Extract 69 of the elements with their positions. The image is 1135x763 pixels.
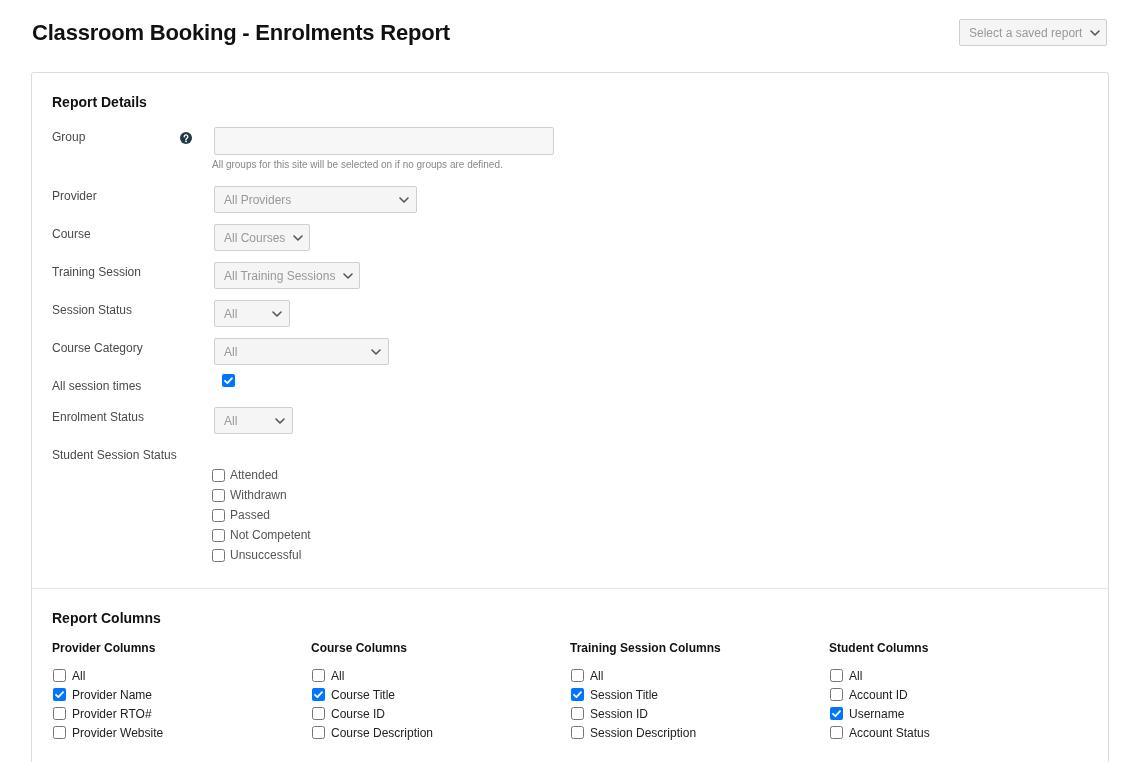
checkbox-label[interactable]: Provider Name [72, 687, 153, 702]
checkbox-label[interactable]: All [849, 668, 863, 683]
checkbox[interactable] [571, 707, 584, 720]
checkbox-label[interactable]: Unsuccessful [230, 548, 302, 562]
checkbox-label[interactable]: Session Description [590, 725, 697, 740]
checkbox[interactable] [312, 688, 325, 701]
checkbox[interactable] [53, 707, 66, 720]
column-heading: Course Columns [311, 640, 408, 657]
checkbox-label[interactable]: Course ID [331, 706, 386, 721]
chevron-down-icon [343, 272, 354, 279]
chevron-down-icon [275, 417, 285, 424]
checkbox-label[interactable]: All [590, 668, 604, 683]
checkbox-label[interactable]: All [331, 668, 345, 683]
section-heading: Report Columns [52, 609, 162, 627]
field-label: Training Session [52, 264, 141, 281]
chevron-down-icon [272, 310, 282, 317]
checkbox[interactable] [312, 669, 325, 682]
chevron-down-icon [371, 348, 381, 355]
field-label: Course [52, 226, 91, 243]
field-label: All session times [52, 378, 142, 395]
field-label: Enrolment Status [52, 409, 145, 426]
checkbox[interactable] [830, 669, 843, 682]
checkbox[interactable] [212, 508, 225, 522]
checkbox[interactable] [312, 726, 325, 739]
help-text: All groups for this site will be selected on if no groups are defined. [212, 158, 503, 172]
field-label: Group [52, 129, 86, 146]
input-field[interactable] [214, 127, 554, 155]
checkbox-label[interactable]: Not Competent [230, 528, 311, 542]
field-label: Session Status [52, 302, 133, 319]
checkbox[interactable] [53, 669, 66, 682]
checkbox[interactable] [53, 726, 66, 739]
checkbox-label[interactable]: Session ID [590, 706, 649, 721]
checkbox[interactable] [212, 548, 225, 562]
column-heading: Provider Columns [52, 640, 157, 657]
checkbox[interactable] [212, 528, 225, 542]
checkbox-label[interactable]: Provider RTO# [72, 706, 152, 721]
page-title: Classroom Booking - Enrolments Report [32, 19, 450, 46]
checkbox[interactable] [222, 374, 235, 387]
checkbox[interactable] [571, 669, 584, 682]
checkbox[interactable] [830, 707, 843, 720]
checkbox-label[interactable]: Session Title [590, 687, 659, 702]
checkbox[interactable] [53, 688, 66, 701]
chevron-down-icon [399, 196, 409, 203]
chevron-down-icon [293, 234, 304, 241]
checkbox-label[interactable]: Course Description [331, 725, 434, 740]
chevron-down-icon [1090, 29, 1101, 36]
checkbox-label[interactable]: Account Status [849, 725, 930, 740]
checkbox-label[interactable]: All [72, 668, 86, 683]
checkbox-label[interactable]: Attended [230, 468, 279, 482]
checkbox[interactable] [830, 688, 843, 701]
field-label: Course Category [52, 340, 143, 357]
checkbox[interactable] [571, 688, 584, 701]
field-label: Provider [52, 188, 97, 205]
help-icon[interactable] [180, 132, 192, 144]
checkbox[interactable] [212, 488, 225, 502]
checkbox-label[interactable]: Withdrawn [230, 488, 287, 502]
section-heading: Report Details [52, 93, 148, 111]
checkbox[interactable] [830, 726, 843, 739]
checkbox[interactable] [571, 726, 584, 739]
checkbox-label[interactable]: Course Title [331, 687, 396, 702]
checkbox-label[interactable]: Account ID [849, 687, 908, 702]
checkbox[interactable] [312, 707, 325, 720]
checkbox[interactable] [212, 468, 225, 482]
checkbox-label[interactable]: Provider Website [72, 725, 164, 740]
checkbox-label[interactable]: Username [849, 706, 905, 721]
field-label: Student Session Status [52, 447, 177, 464]
column-heading: Student Columns [829, 640, 930, 657]
checkbox-label[interactable]: Passed [230, 508, 271, 522]
column-heading: Training Session Columns [570, 640, 722, 657]
